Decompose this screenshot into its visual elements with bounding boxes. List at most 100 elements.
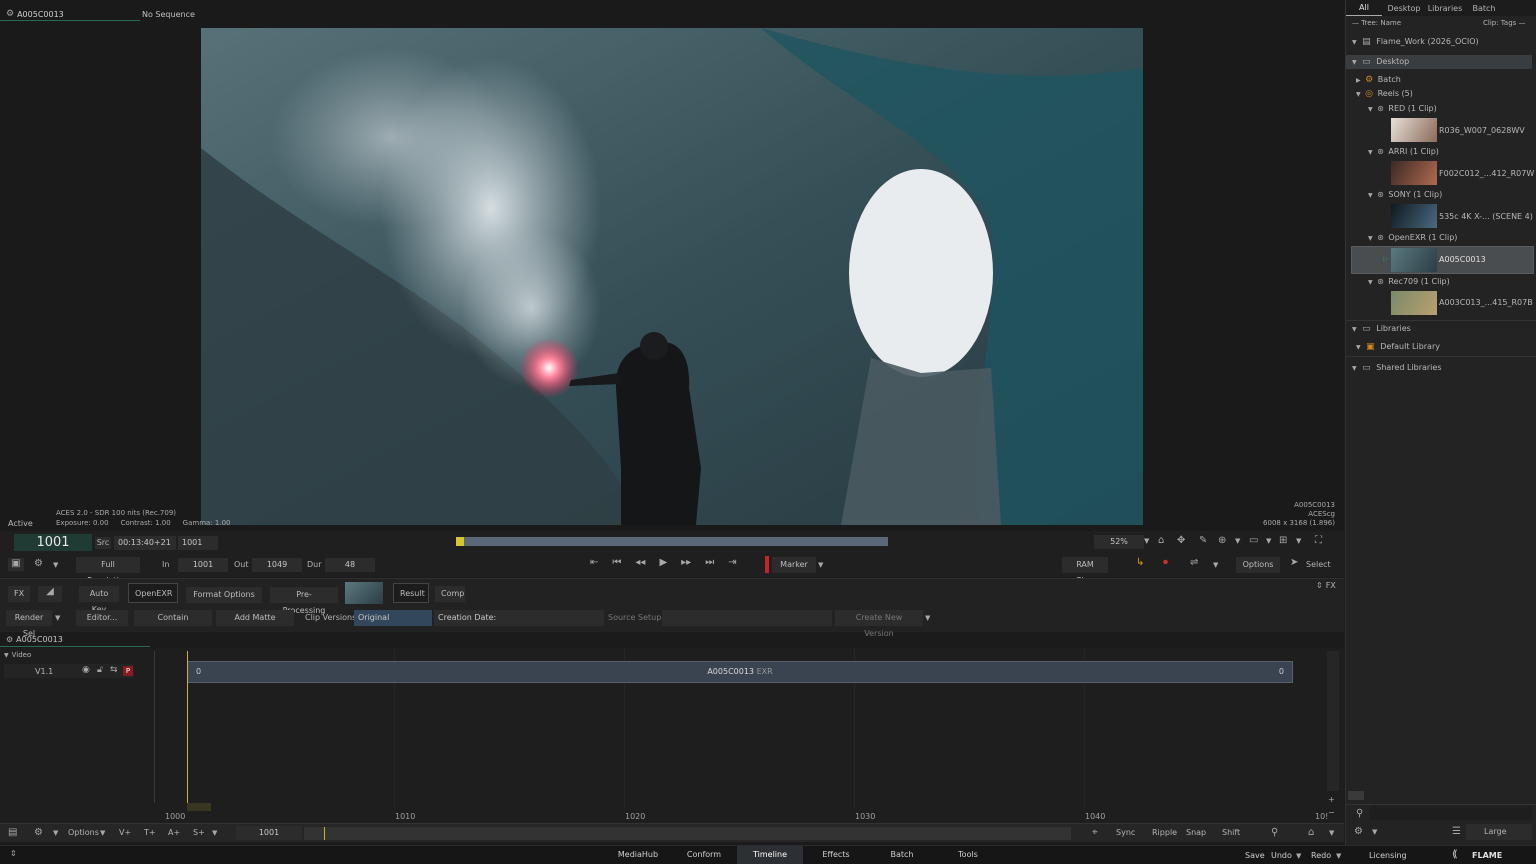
- zoom-field[interactable]: 52%: [1094, 535, 1144, 549]
- snap-button[interactable]: Snap: [1186, 828, 1206, 837]
- clip-thumbnail-red[interactable]: [1391, 118, 1437, 142]
- next-frame-icon[interactable]: ⏭: [705, 557, 714, 568]
- timeline-frame-field[interactable]: 1001: [236, 826, 302, 840]
- clip-thumbnail-openexr[interactable]: [1391, 248, 1437, 272]
- source-setup-label[interactable]: Source Setup: [608, 613, 661, 622]
- reel-group-sony[interactable]: ▼ ⊛ SONY (1 Clip): [1368, 188, 1442, 202]
- record-icon[interactable]: ⏺: [1163, 557, 1168, 568]
- chevron-down-icon[interactable]: ▼: [1213, 561, 1218, 569]
- zoom-in-icon[interactable]: +: [1328, 795, 1335, 804]
- step-back-icon[interactable]: ◂◂: [635, 557, 645, 568]
- clip-name-openexr[interactable]: A005C0013: [1439, 253, 1486, 267]
- chevron-down-icon[interactable]: ▼: [1352, 56, 1357, 70]
- undo-button[interactable]: Undo: [1271, 851, 1292, 860]
- clip-versions-select[interactable]: Original: [354, 610, 432, 626]
- libraries-row[interactable]: ▼ ▭ Libraries: [1352, 322, 1411, 336]
- clip-thumbnail-rec709[interactable]: [1391, 291, 1437, 315]
- timeline-segment[interactable]: 0 A005C0013 EXR 0: [187, 661, 1293, 683]
- redo-button[interactable]: Redo: [1311, 851, 1331, 860]
- fx-toggle[interactable]: ⇕ FX: [1316, 581, 1336, 590]
- chevron-down-icon[interactable]: ▼: [925, 614, 930, 622]
- add-title-track-button[interactable]: T+: [144, 828, 156, 837]
- video-group[interactable]: ▼ Video: [4, 651, 31, 659]
- app-tab-timeline[interactable]: Timeline: [737, 846, 803, 864]
- app-tab-conform[interactable]: Conform: [671, 846, 737, 864]
- src-timecode-field[interactable]: 00:13:40+21: [114, 536, 176, 550]
- chevron-down-icon[interactable]: ▼: [818, 561, 823, 569]
- clip-thumbnail-sony[interactable]: [1391, 204, 1437, 228]
- layout-icon[interactable]: ▤: [8, 827, 17, 838]
- chevron-down-icon[interactable]: ▼: [1296, 537, 1301, 545]
- overwrite-icon[interactable]: ⇌: [1190, 557, 1198, 568]
- tab-libraries[interactable]: Libraries: [1426, 1, 1464, 16]
- sync-button[interactable]: Sync: [1116, 828, 1135, 837]
- home-icon[interactable]: ⌂: [1158, 535, 1164, 546]
- create-new-version-button[interactable]: Create New Version: [835, 610, 923, 638]
- add-video-track-button[interactable]: V+: [119, 828, 131, 837]
- timeline-area[interactable]: ▼ Video V1.1 ◉ 🔓︎ ⇆ P 0 A005C0013 EXR 0 …: [0, 648, 1344, 824]
- reel-group-rec709[interactable]: ▼ ⊛ Rec709 (1 Clip): [1368, 275, 1450, 289]
- chevron-down-icon[interactable]: ▼: [100, 829, 105, 837]
- chevron-down-icon[interactable]: ▼: [1352, 36, 1357, 50]
- app-tab-tools[interactable]: Tools: [935, 846, 1001, 864]
- reels-row[interactable]: ▼ ◎ Reels (5): [1356, 87, 1413, 101]
- go-to-in-icon[interactable]: ⇤: [590, 557, 598, 568]
- add-subtitle-track-button[interactable]: S+: [193, 828, 205, 837]
- timeline-options-button[interactable]: Options: [68, 828, 99, 837]
- chevron-down-icon[interactable]: ▼: [1235, 537, 1240, 545]
- out-field[interactable]: 1049: [252, 558, 302, 572]
- contain-button[interactable]: Contain: [134, 610, 212, 626]
- step-forward-icon[interactable]: ▸▸: [681, 557, 691, 568]
- zoom-out-icon[interactable]: −: [1328, 808, 1335, 817]
- timeline-playhead[interactable]: [187, 651, 188, 811]
- panel-scrollbar[interactable]: [1348, 791, 1364, 800]
- chevron-down-icon[interactable]: ▼: [1336, 852, 1341, 860]
- timeline-scrollbar[interactable]: [304, 827, 1071, 840]
- clip-name-rec709[interactable]: A003C013_...415_R07B: [1439, 296, 1533, 310]
- chevron-down-icon[interactable]: ▼: [1356, 88, 1361, 102]
- gear-icon[interactable]: ⚙: [1354, 826, 1363, 837]
- overlay-icon[interactable]: ⊞: [1279, 535, 1287, 546]
- app-tab-effects[interactable]: Effects: [803, 846, 869, 864]
- result-tab[interactable]: Result: [393, 583, 429, 603]
- clip-tags-label[interactable]: Clip: Tags —: [1483, 19, 1526, 27]
- chevron-down-icon[interactable]: ▼: [1368, 232, 1373, 246]
- reel-group-arri[interactable]: ▼ ⊛ ARRI (1 Clip): [1368, 145, 1439, 159]
- default-library-row[interactable]: ▼ ▣ Default Library: [1356, 340, 1440, 354]
- gear-icon[interactable]: ⚙: [34, 558, 43, 569]
- crosshair-icon[interactable]: ⊕: [1218, 535, 1226, 546]
- eyedropper-icon[interactable]: ✎: [1199, 535, 1207, 546]
- tree-sort-label[interactable]: — Tree: Name: [1352, 19, 1401, 27]
- app-tab-batch[interactable]: Batch: [869, 846, 935, 864]
- project-row[interactable]: ▼ ▤ Flame_Work (2026_OCIO): [1352, 35, 1479, 49]
- desktop-row[interactable]: ▼ ▭ Desktop: [1346, 55, 1532, 69]
- chevron-down-icon[interactable]: ▼: [1368, 189, 1373, 203]
- chevron-down-icon[interactable]: ▼: [1368, 276, 1373, 290]
- chevron-down-icon[interactable]: ▼: [1356, 341, 1361, 355]
- add-matte-button[interactable]: Add Matte: [216, 610, 294, 626]
- vertical-scrollbar[interactable]: [1327, 651, 1339, 791]
- scrub-playhead[interactable]: [456, 537, 464, 546]
- chevron-down-icon[interactable]: ▼: [1266, 537, 1271, 545]
- batch-row[interactable]: ▶ ⚙ Batch: [1356, 73, 1401, 87]
- primary-track-badge[interactable]: P: [123, 666, 133, 676]
- save-button[interactable]: Save: [1245, 851, 1265, 860]
- chevron-down-icon[interactable]: ▼: [53, 561, 58, 569]
- display-mode-icon[interactable]: ▭: [1249, 535, 1258, 546]
- collapse-icon[interactable]: ⇕: [1316, 581, 1323, 590]
- crosshair-icon[interactable]: ⌖: [1092, 827, 1098, 838]
- render-selection-button[interactable]: Render Sel: [6, 610, 52, 638]
- src-frame-field[interactable]: 1001: [178, 536, 218, 550]
- pre-processing-tab[interactable]: Pre-Processing: [270, 587, 338, 615]
- chevron-down-icon[interactable]: ▼: [1352, 362, 1357, 376]
- ripple-button[interactable]: Ripple: [1152, 828, 1177, 837]
- add-audio-track-button[interactable]: A+: [168, 828, 180, 837]
- home-icon[interactable]: ⌂: [1308, 827, 1314, 838]
- playhead-handle[interactable]: [187, 803, 211, 811]
- shared-libraries-row[interactable]: ▼ ▭ Shared Libraries: [1352, 361, 1442, 375]
- shift-button[interactable]: Shift: [1222, 828, 1240, 837]
- list-view-icon[interactable]: ☰: [1452, 826, 1461, 837]
- chevron-right-icon[interactable]: ▶: [1356, 74, 1361, 88]
- current-frame-field[interactable]: 1001: [14, 534, 92, 551]
- ram-play-button[interactable]: RAM Play: [1062, 557, 1108, 585]
